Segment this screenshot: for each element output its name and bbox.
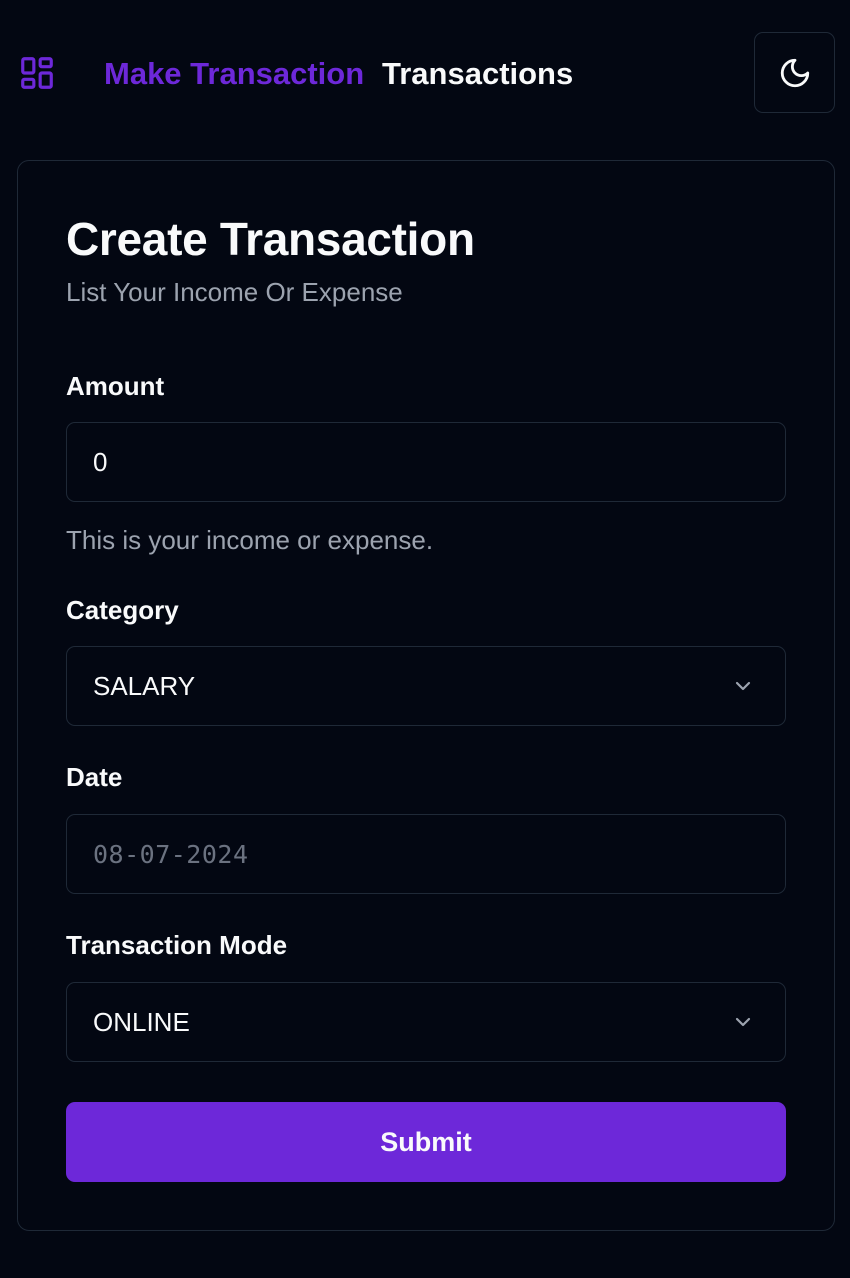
top-navbar: Make Transaction Transactions	[0, 0, 850, 140]
amount-description: This is your income or expense.	[66, 525, 434, 555]
card-title: Create Transaction	[66, 213, 475, 265]
nav-make-transaction[interactable]: Make Transaction	[104, 54, 364, 94]
transaction-mode-selected-value: ONLINE	[93, 1006, 190, 1037]
card-subtitle: List Your Income Or Expense	[66, 277, 403, 307]
chevron-down-icon	[735, 681, 751, 691]
moon-icon	[780, 58, 809, 87]
date-label: Date	[66, 762, 123, 792]
nav-transactions[interactable]: Transactions	[382, 54, 573, 94]
layout-grid-icon[interactable]	[18, 54, 56, 92]
date-placeholder: 08-07-2024	[93, 839, 249, 869]
transaction-mode-select[interactable]: ONLINE	[66, 982, 786, 1062]
category-label: Category	[66, 595, 179, 625]
amount-value: 0	[93, 446, 108, 477]
theme-toggle-button[interactable]	[754, 32, 835, 113]
page: Make Transaction Transactions Create Tra…	[0, 0, 850, 1278]
date-picker-button[interactable]: 08-07-2024	[66, 814, 786, 894]
amount-input[interactable]: 0	[66, 422, 786, 502]
category-select[interactable]: SALARY	[66, 646, 786, 726]
amount-label: Amount	[66, 371, 165, 401]
transaction-mode-label: Transaction Mode	[66, 930, 288, 960]
category-selected-value: SALARY	[93, 670, 196, 701]
submit-button[interactable]: Submit	[66, 1102, 786, 1182]
create-transaction-card: Create Transaction List Your Income Or E…	[17, 160, 835, 1231]
chevron-down-icon	[735, 1017, 751, 1027]
